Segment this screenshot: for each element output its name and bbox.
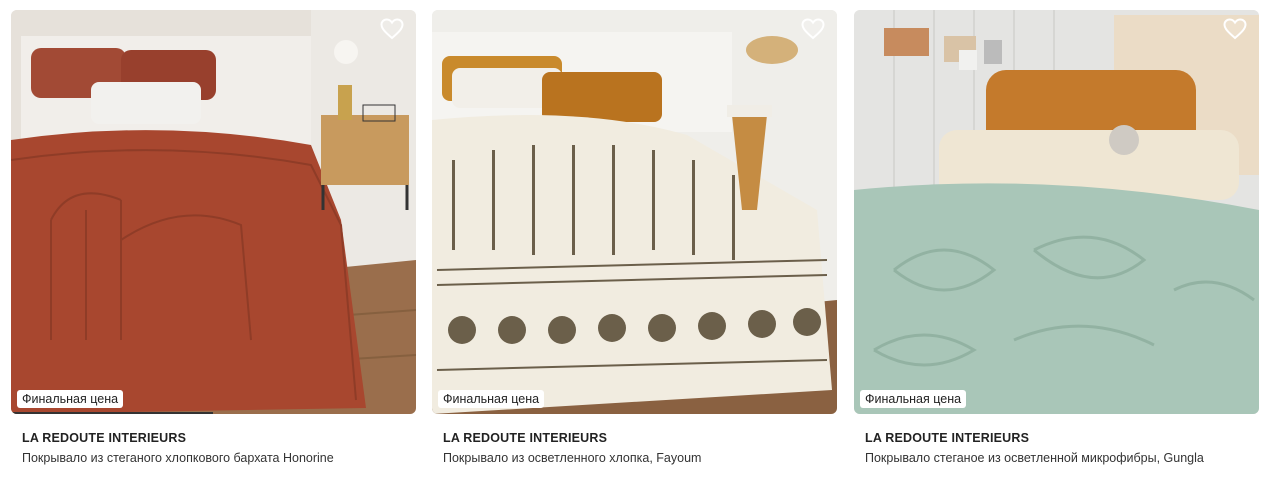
bedroom-photo-honorine bbox=[11, 10, 416, 414]
product-grid: Финальная цена LA REDOUTE INTERIEURS Пок… bbox=[0, 0, 1269, 483]
product-title[interactable]: Покрывало стеганое из осветленной микроф… bbox=[865, 450, 1259, 467]
product-info[interactable]: LA REDOUTE INTERIEURS Покрывало стеганое… bbox=[854, 414, 1259, 467]
bedroom-photo-gungla bbox=[854, 10, 1259, 414]
heart-outline-icon bbox=[1223, 18, 1247, 40]
product-image[interactable]: Финальная цена bbox=[11, 10, 416, 414]
final-price-badge: Финальная цена bbox=[17, 390, 124, 408]
product-info[interactable]: LA REDOUTE INTERIEURS Покрывало из освет… bbox=[432, 414, 837, 467]
product-brand[interactable]: LA REDOUTE INTERIEURS bbox=[443, 430, 837, 447]
image-loading-bar bbox=[11, 412, 213, 414]
heart-outline-icon bbox=[801, 18, 825, 40]
bedroom-photo-fayoum bbox=[432, 10, 837, 414]
product-info[interactable]: LA REDOUTE INTERIEURS Покрывало из стега… bbox=[11, 414, 416, 467]
product-card[interactable]: Финальная цена LA REDOUTE INTERIEURS Пок… bbox=[854, 10, 1259, 467]
product-title[interactable]: Покрывало из стеганого хлопкового бархат… bbox=[22, 450, 416, 467]
product-card[interactable]: Финальная цена LA REDOUTE INTERIEURS Пок… bbox=[432, 10, 837, 467]
heart-outline-icon bbox=[380, 18, 404, 40]
product-title[interactable]: Покрывало из осветленного хлопка, Fayoum bbox=[443, 450, 837, 467]
final-price-badge: Финальная цена bbox=[860, 390, 967, 408]
favorite-button[interactable] bbox=[1223, 18, 1251, 46]
product-brand[interactable]: LA REDOUTE INTERIEURS bbox=[22, 430, 416, 447]
favorite-button[interactable] bbox=[380, 18, 408, 46]
product-image[interactable]: Финальная цена bbox=[854, 10, 1259, 414]
favorite-button[interactable] bbox=[801, 18, 829, 46]
product-brand[interactable]: LA REDOUTE INTERIEURS bbox=[865, 430, 1259, 447]
final-price-badge: Финальная цена bbox=[438, 390, 545, 408]
product-image[interactable]: Финальная цена bbox=[432, 10, 837, 414]
product-card[interactable]: Финальная цена LA REDOUTE INTERIEURS Пок… bbox=[11, 10, 416, 467]
